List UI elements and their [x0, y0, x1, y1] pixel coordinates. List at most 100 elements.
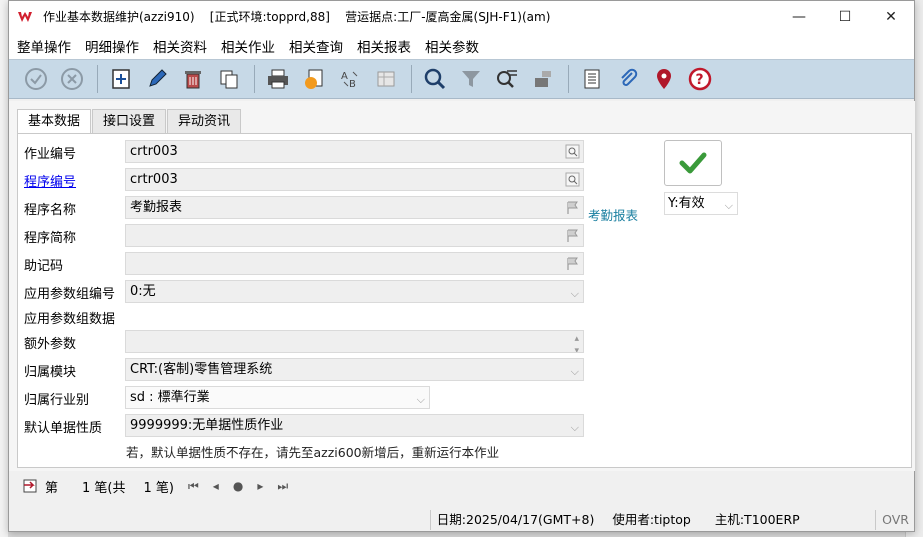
multilang-flag-icon[interactable] [565, 228, 580, 243]
toolbar-separator [568, 65, 569, 93]
toolbar: AB ? [9, 59, 914, 99]
prog-no-row: 程序编号 [24, 168, 122, 192]
layout-icon[interactable] [369, 62, 403, 96]
export-icon[interactable] [297, 62, 331, 96]
job-no-row: 作业编号 [24, 140, 122, 164]
print-icon[interactable] [261, 62, 295, 96]
record-icon [23, 479, 37, 493]
prog-no-field[interactable]: crtr003 [125, 168, 584, 191]
doc-type-select[interactable]: 9999999:无单据性质作业 ⌵ [125, 414, 584, 437]
lookup-icon[interactable] [565, 144, 580, 159]
chevron-down-icon[interactable]: ⌵ [571, 361, 579, 380]
lookup-icon[interactable] [565, 172, 580, 187]
status-date: 日期:2025/04/17(GMT+8) [429, 509, 601, 530]
prev-record-icon[interactable]: ◂ [213, 479, 219, 493]
filter-icon[interactable] [454, 62, 488, 96]
svg-text:?: ? [696, 72, 704, 88]
prog-short-label: 程序简称 [24, 230, 77, 246]
record-first-label: 第 [45, 480, 59, 496]
extra-param-textarea[interactable]: ▴ ▾ [125, 330, 584, 353]
industry-select[interactable]: sd : 標準行業 ⌵ [125, 386, 430, 409]
minimize-button[interactable]: — [776, 1, 822, 32]
record-current: 1 笔(共 [82, 480, 126, 496]
main-window: 作业基本数据维护(azzi910) [正式环境:topprd,88] 营运据点:… [8, 0, 915, 532]
prog-no-value: crtr003 [130, 172, 178, 187]
search-icon[interactable] [418, 62, 452, 96]
prog-name-value: 考勤报表 [130, 200, 183, 215]
help-icon[interactable]: ? [683, 62, 717, 96]
prog-no-link[interactable]: 程序编号 [24, 171, 122, 190]
doc-type-value: 9999999:无单据性质作业 [130, 418, 284, 433]
module-label: 归属模块 [24, 364, 77, 380]
chevron-down-icon[interactable]: ⌵ [725, 195, 733, 216]
menu-item-whole-doc[interactable]: 整单操作 [15, 36, 79, 56]
chevron-down-icon[interactable]: ⌵ [571, 283, 579, 302]
close-button[interactable]: ✕ [868, 1, 914, 32]
menu-item-related-params[interactable]: 相关参数 [423, 36, 487, 56]
param-group-data-label: 应用参数组数据 [24, 311, 116, 327]
confirm-status-button[interactable] [664, 140, 722, 186]
status-select[interactable]: Y:有效 ⌵ [664, 192, 738, 215]
menu-item-related-jobs[interactable]: 相关作业 [219, 36, 283, 56]
list-icon[interactable] [575, 62, 609, 96]
last-record-icon[interactable]: ⏭ [277, 479, 288, 494]
next-record-icon[interactable]: ▸ [257, 479, 263, 493]
menu-item-related-report[interactable]: 相关报表 [355, 36, 419, 56]
multilang-flag-icon[interactable] [565, 256, 580, 271]
industry-value: sd : 標準行業 [130, 390, 210, 405]
location-icon[interactable] [647, 62, 681, 96]
query-icon[interactable] [490, 62, 524, 96]
convert-icon[interactable]: AB [333, 62, 367, 96]
edit-icon[interactable] [140, 62, 174, 96]
save-query-icon[interactable] [526, 62, 560, 96]
multilang-flag-icon[interactable] [565, 200, 580, 215]
content-area: 基本数据 接口设置 异动资讯 作业编号 crtr003 程序编号 crtr003… [9, 101, 915, 471]
confirm-icon[interactable] [19, 62, 53, 96]
status-user: 使用者:tiptop [612, 511, 691, 527]
chevron-down-icon[interactable]: ⌵ [417, 389, 425, 408]
delete-icon[interactable] [176, 62, 210, 96]
current-record-icon[interactable]: ● [233, 479, 243, 493]
copy-icon[interactable] [212, 62, 246, 96]
prog-name-hint: 考勤报表 [588, 208, 639, 223]
attach-icon[interactable] [611, 62, 645, 96]
param-group-value: 0:无 [130, 284, 156, 299]
cancel-icon[interactable] [55, 62, 89, 96]
scroll-down-icon[interactable]: ▾ [574, 341, 579, 352]
check-icon [679, 152, 707, 174]
param-group-data-row: 应用参数组数据 [24, 305, 134, 329]
module-select[interactable]: CRT:(客制)零售管理系统 ⌵ [125, 358, 584, 381]
mnemonic-label: 助记码 [24, 258, 64, 274]
extra-param-row: 额外参数 [24, 330, 122, 354]
basic-data-panel: 作业编号 crtr003 程序编号 crtr003 考勤报表 程序名称 考勤报表 [17, 133, 912, 468]
add-icon[interactable] [104, 62, 138, 96]
record-navigator: 第 1 笔(共 1 笔) ⏮ ◂ ● ▸ ⏭ [9, 471, 915, 501]
param-group-label: 应用参数组编号 [24, 286, 116, 302]
chevron-down-icon[interactable]: ⌵ [571, 417, 579, 436]
tab-change-info[interactable]: 异动资讯 [167, 109, 242, 134]
tab-interface-settings[interactable]: 接口设置 [92, 109, 167, 134]
tab-strip: 基本数据 接口设置 异动资讯 [17, 109, 242, 135]
status-value: Y:有效 [668, 196, 705, 211]
tab-basic-data[interactable]: 基本数据 [17, 109, 92, 135]
job-no-field[interactable]: crtr003 [125, 140, 584, 163]
prog-short-field[interactable] [125, 224, 584, 247]
menu-item-related-query[interactable]: 相关查询 [287, 36, 351, 56]
svg-text:B: B [349, 79, 356, 90]
menu-item-related-data[interactable]: 相关资料 [151, 36, 215, 56]
job-no-label: 作业编号 [24, 146, 77, 162]
job-no-value: crtr003 [130, 144, 178, 159]
prog-name-field[interactable]: 考勤报表 [125, 196, 584, 219]
maximize-button[interactable]: ☐ [822, 1, 868, 32]
prog-name-label: 程序名称 [24, 202, 77, 218]
first-record-icon[interactable]: ⏮ [188, 479, 199, 494]
module-row: 归属模块 [24, 358, 122, 382]
background-window-edge [0, 0, 8, 537]
param-group-row: 应用参数组编号 [24, 280, 122, 304]
mnemonic-field[interactable] [125, 252, 584, 275]
menu-item-detail[interactable]: 明细操作 [83, 36, 147, 56]
industry-label: 归属行业别 [24, 392, 90, 408]
param-group-select[interactable]: 0:无 ⌵ [125, 280, 584, 303]
title-bar: 作业基本数据维护(azzi910) [正式环境:topprd,88] 营运据点:… [9, 1, 914, 32]
doc-type-label: 默认单据性质 [24, 420, 103, 436]
